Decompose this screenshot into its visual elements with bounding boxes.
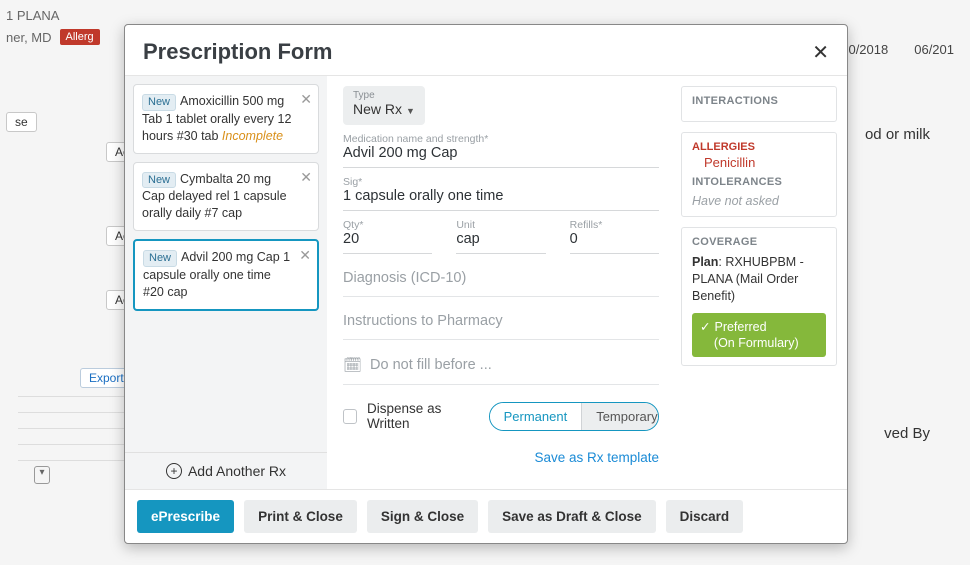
- unit-field[interactable]: Unit cap: [456, 217, 545, 254]
- do-not-fill-before-input[interactable]: 🗓 Do not fill before ...: [343, 346, 659, 385]
- close-icon[interactable]: ✕: [812, 40, 829, 65]
- date-1: 10/2018: [841, 42, 888, 57]
- save-draft-close-button[interactable]: Save as Draft & Close: [488, 500, 656, 533]
- temporary-option[interactable]: Temporary: [581, 403, 659, 430]
- remove-rx-icon[interactable]: ✕: [299, 247, 311, 264]
- sig-label: Sig*: [343, 176, 659, 188]
- diagnosis-input[interactable]: Diagnosis (ICD-10): [343, 260, 659, 297]
- intolerances-value: Have not asked: [692, 194, 826, 208]
- daw-checkbox[interactable]: [343, 409, 357, 424]
- preferred-line1: Preferred: [714, 320, 766, 334]
- interactions-heading: INTERACTIONS: [692, 95, 826, 107]
- patient-name-fragment: 1 PLANA: [6, 8, 100, 23]
- intolerances-heading: INTOLERANCES: [692, 176, 826, 188]
- save-as-template-link[interactable]: Save as Rx template: [534, 450, 659, 465]
- date-2: 06/201: [914, 42, 954, 57]
- sig-field[interactable]: Sig* 1 capsule orally one time: [343, 174, 659, 211]
- formulary-status-badge: ✓ Preferred (On Formulary): [692, 313, 826, 358]
- bg-approved-fragment: ved By: [884, 425, 930, 442]
- medication-value: Advil 200 mg Cap: [343, 145, 659, 163]
- allergies-value: Penicillin: [692, 153, 826, 176]
- interactions-panel: INTERACTIONS: [681, 86, 837, 122]
- allergies-panel: ALLERGIES Penicillin INTOLERANCES Have n…: [681, 132, 837, 217]
- sig-value: 1 capsule orally one time: [343, 188, 659, 206]
- coverage-panel: COVERAGE Plan: RXHUBPBM - PLANA (Mail Or…: [681, 227, 837, 366]
- rx-card[interactable]: ✕ NewAdvil 200 mg Cap 1 capsule orally o…: [133, 239, 319, 311]
- permanent-option[interactable]: Permanent: [490, 403, 582, 430]
- bg-select-stub[interactable]: ▾: [34, 466, 50, 484]
- medication-label: Medication name and strength*: [343, 133, 659, 145]
- new-badge: New: [142, 94, 176, 111]
- rx-status: Incomplete: [222, 129, 283, 143]
- check-icon: ✓: [700, 320, 710, 334]
- allergy-alert-badge: Allerg: [60, 29, 100, 45]
- qty-field[interactable]: Qty* 20: [343, 217, 432, 254]
- pharmacy-instructions-input[interactable]: Instructions to Pharmacy: [343, 303, 659, 340]
- medication-field[interactable]: Medication name and strength* Advil 200 …: [343, 131, 659, 168]
- new-badge: New: [143, 250, 177, 267]
- chevron-down-icon: ▼: [406, 106, 415, 116]
- calendar-icon: 🗓: [343, 356, 362, 374]
- type-value: New Rx: [353, 101, 402, 117]
- duration-segmented: Permanent Temporary: [489, 402, 659, 431]
- type-label: Type: [353, 90, 415, 101]
- rx-card[interactable]: ✕ NewAmoxicillin 500 mg Tab 1 tablet ora…: [133, 84, 319, 154]
- eprescribe-button[interactable]: ePrescribe: [137, 500, 234, 533]
- add-another-label: Add Another Rx: [188, 463, 286, 479]
- bg-button-se[interactable]: se: [6, 112, 37, 132]
- allergies-heading: ALLERGIES: [692, 141, 826, 153]
- qty-value: 20: [343, 231, 432, 249]
- print-close-button[interactable]: Print & Close: [244, 500, 357, 533]
- dnf-placeholder: Do not fill before ...: [370, 357, 492, 373]
- unit-label: Unit: [456, 219, 545, 231]
- plus-circle-icon: +: [166, 463, 182, 479]
- modal-footer: ePrescribe Print & Close Sign & Close Sa…: [125, 489, 847, 543]
- add-another-rx-button[interactable]: + Add Another Rx: [125, 452, 327, 489]
- qty-label: Qty*: [343, 219, 432, 231]
- preferred-line2: (On Formulary): [714, 336, 799, 350]
- sign-close-button[interactable]: Sign & Close: [367, 500, 478, 533]
- refills-label: Refills*: [570, 219, 659, 231]
- side-panels: INTERACTIONS ALLERGIES Penicillin INTOLE…: [675, 76, 847, 489]
- provider-fragment: ner, MD: [6, 30, 52, 45]
- plan-label: Plan: [692, 255, 718, 269]
- refills-value: 0: [570, 231, 659, 249]
- new-badge: New: [142, 172, 176, 189]
- remove-rx-icon[interactable]: ✕: [300, 169, 312, 186]
- bg-text-fragment: od or milk: [865, 126, 930, 143]
- modal-title: Prescription Form: [143, 39, 332, 65]
- coverage-heading: COVERAGE: [692, 236, 826, 248]
- unit-value: cap: [456, 231, 545, 249]
- daw-label: Dispense as Written: [367, 401, 479, 431]
- prescription-form-modal: Prescription Form ✕ ✕ NewAmoxicillin 500…: [124, 24, 848, 544]
- rx-list-panel: ✕ NewAmoxicillin 500 mg Tab 1 tablet ora…: [125, 76, 327, 489]
- rx-form: Type New Rx ▼ Medication name and strengt…: [327, 76, 675, 489]
- refills-field[interactable]: Refills* 0: [570, 217, 659, 254]
- rx-type-select[interactable]: Type New Rx ▼: [343, 86, 425, 125]
- discard-button[interactable]: Discard: [666, 500, 744, 533]
- remove-rx-icon[interactable]: ✕: [300, 91, 312, 108]
- rx-card[interactable]: ✕ NewCymbalta 20 mg Cap delayed rel 1 ca…: [133, 162, 319, 232]
